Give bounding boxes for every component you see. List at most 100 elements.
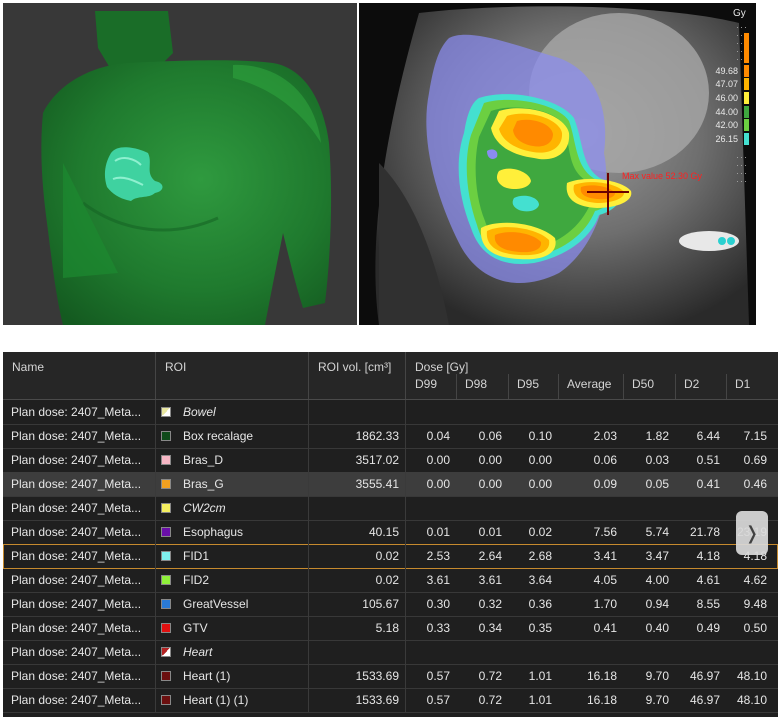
cell-d2	[675, 496, 720, 520]
col-roi[interactable]: ROI	[165, 360, 186, 374]
cell-avg: 2.03	[593, 429, 617, 443]
cell-name: Plan dose: 2407_Meta...	[11, 405, 142, 419]
cell-d95: 2.68	[528, 549, 552, 563]
legend-item: 44.00	[706, 105, 749, 119]
cell-d50	[623, 400, 669, 424]
col-d50[interactable]: D50	[632, 377, 654, 391]
cell-roi: Esophagus	[161, 520, 306, 544]
table-row[interactable]: Plan dose: 2407_Meta... Heart (1) 1533.69 0…	[3, 664, 778, 689]
col-average[interactable]: Average	[567, 377, 611, 391]
roi-label: Box recalage	[183, 429, 254, 443]
cell-d95: 0.00	[528, 453, 552, 467]
cell-vol: 105.67	[362, 597, 399, 611]
legend-swatch	[744, 105, 749, 118]
cell-roi: FID2	[161, 568, 306, 592]
col-d99[interactable]: D99	[415, 377, 437, 391]
col-d98[interactable]: D98	[465, 377, 487, 391]
roi-color-swatch	[161, 527, 171, 537]
cell-d50	[623, 640, 669, 664]
cell-d2: 46.97	[689, 669, 720, 683]
cell-roi: CW2cm	[161, 496, 306, 520]
table-row[interactable]: Plan dose: 2407_Meta... FID2 0.02 3.61 3.61 3…	[3, 568, 778, 593]
table-row[interactable]: Plan dose: 2407_Meta... Bras_D 3517.02 0.00…	[3, 448, 778, 473]
cell-d1: 48.10	[736, 693, 767, 707]
cell-d2: 21.78	[689, 525, 720, 539]
cell-vol: 0.02	[375, 573, 399, 587]
max-dose-label: Max value 52.30 Gy	[622, 171, 703, 181]
chevron-right-icon[interactable]: ❭	[736, 511, 768, 555]
table-row[interactable]: Plan dose: 2407_Meta... Esophagus 40.15 0.0…	[3, 520, 778, 545]
cell-roi: Bras_G	[161, 472, 306, 496]
table-row[interactable]: Plan dose: 2407_Meta... Heart	[3, 640, 778, 665]
cell-d99: 3.61	[426, 573, 450, 587]
cell-roi: Heart (1)	[161, 664, 306, 688]
col-d2[interactable]: D2	[684, 377, 699, 391]
cell-d95: 0.00	[528, 477, 552, 491]
roi-color-swatch	[161, 575, 171, 585]
cell-d98	[456, 496, 502, 520]
legend-swatch	[744, 132, 749, 145]
dose-statistics-table[interactable]: Name ROI ROI vol. [cm³] Dose [Gy] D99 D9…	[3, 352, 778, 717]
table-row[interactable]: Plan dose: 2407_Meta... GreatVessel 105.67…	[3, 592, 778, 617]
legend-swatch	[744, 64, 749, 77]
table-row[interactable]: Plan dose: 2407_Meta... FID1 0.02 2.53 2.64 2…	[3, 544, 778, 569]
cell-avg: 0.41	[593, 621, 617, 635]
cell-d98: 0.72	[478, 693, 502, 707]
cell-d50: 4.00	[645, 573, 669, 587]
legend-dots-bottom: ··· ··· ··· ···	[736, 152, 748, 186]
cell-d50: 0.94	[645, 597, 669, 611]
cell-d98: 0.00	[478, 477, 502, 491]
legend-swatch	[744, 91, 749, 104]
table-row[interactable]: Plan dose: 2407_Meta... GTV 5.18 0.33 0.34 0.…	[3, 616, 778, 641]
table-row[interactable]: Plan dose: 2407_Meta... Box recalage 1862.…	[3, 424, 778, 449]
cell-name: Plan dose: 2407_Meta...	[11, 549, 142, 563]
cell-d2: 6.44	[696, 429, 720, 443]
cell-d99	[405, 496, 450, 520]
cell-d98: 2.64	[478, 549, 502, 563]
col-d95[interactable]: D95	[517, 377, 539, 391]
cell-vol: 3517.02	[355, 453, 399, 467]
cell-avg: 1.70	[593, 597, 617, 611]
cell-d95: 3.64	[528, 573, 552, 587]
cell-roi: FID1	[161, 544, 306, 568]
table-row[interactable]: Plan dose: 2407_Meta... Bowel	[3, 400, 778, 425]
legend-value: 42.00	[715, 120, 738, 131]
col-d1[interactable]: D1	[735, 377, 750, 391]
cell-name: Plan dose: 2407_Meta...	[11, 501, 142, 515]
cell-d1: 0.69	[743, 453, 767, 467]
table-row[interactable]: Plan dose: 2407_Meta... Heart (1) (1) 1533…	[3, 688, 778, 713]
cell-roi: GTV	[161, 616, 306, 640]
roi-color-swatch	[161, 671, 171, 681]
structure-set-icon	[161, 407, 171, 417]
cell-roi: Box recalage	[161, 424, 306, 448]
cell-d2: 46.97	[689, 693, 720, 707]
table-row[interactable]: Plan dose: 2407_Meta... CW2cm	[3, 496, 778, 521]
cell-avg: 16.18	[586, 693, 617, 707]
legend-value: 44.00	[715, 106, 738, 117]
roi-label: GreatVessel	[183, 597, 249, 611]
roi-color-swatch	[161, 599, 171, 609]
cell-name: Plan dose: 2407_Meta...	[11, 669, 142, 683]
col-name[interactable]: Name	[12, 360, 44, 374]
roi-label: GTV	[183, 621, 208, 635]
cell-d99: 2.53	[426, 549, 450, 563]
cell-d1	[726, 400, 767, 424]
roi-color-swatch	[161, 431, 171, 441]
table-row[interactable]: Plan dose: 2407_Meta... Bras_G 3555.41 0.00…	[3, 472, 778, 497]
3d-render-view[interactable]	[3, 3, 357, 325]
cell-d50	[623, 496, 669, 520]
cell-d95	[508, 496, 552, 520]
cell-d50: 9.70	[645, 669, 669, 683]
cell-vol	[308, 496, 399, 520]
cell-d2: 4.18	[696, 549, 720, 563]
cell-d50: 0.05	[645, 477, 669, 491]
roi-color-swatch	[161, 623, 171, 633]
cell-d1: 0.50	[743, 621, 767, 635]
cell-avg: 3.41	[593, 549, 617, 563]
cell-d98	[456, 400, 502, 424]
cell-avg: 4.05	[593, 573, 617, 587]
ct-dose-view[interactable]: Max value 52.30 Gy Gy ··· ··· ··· ··· ··· 49…	[359, 3, 756, 325]
roi-label: Heart (1)	[183, 669, 231, 683]
legend-item: 46.00	[706, 91, 749, 105]
col-roi-vol[interactable]: ROI vol. [cm³]	[318, 360, 391, 374]
